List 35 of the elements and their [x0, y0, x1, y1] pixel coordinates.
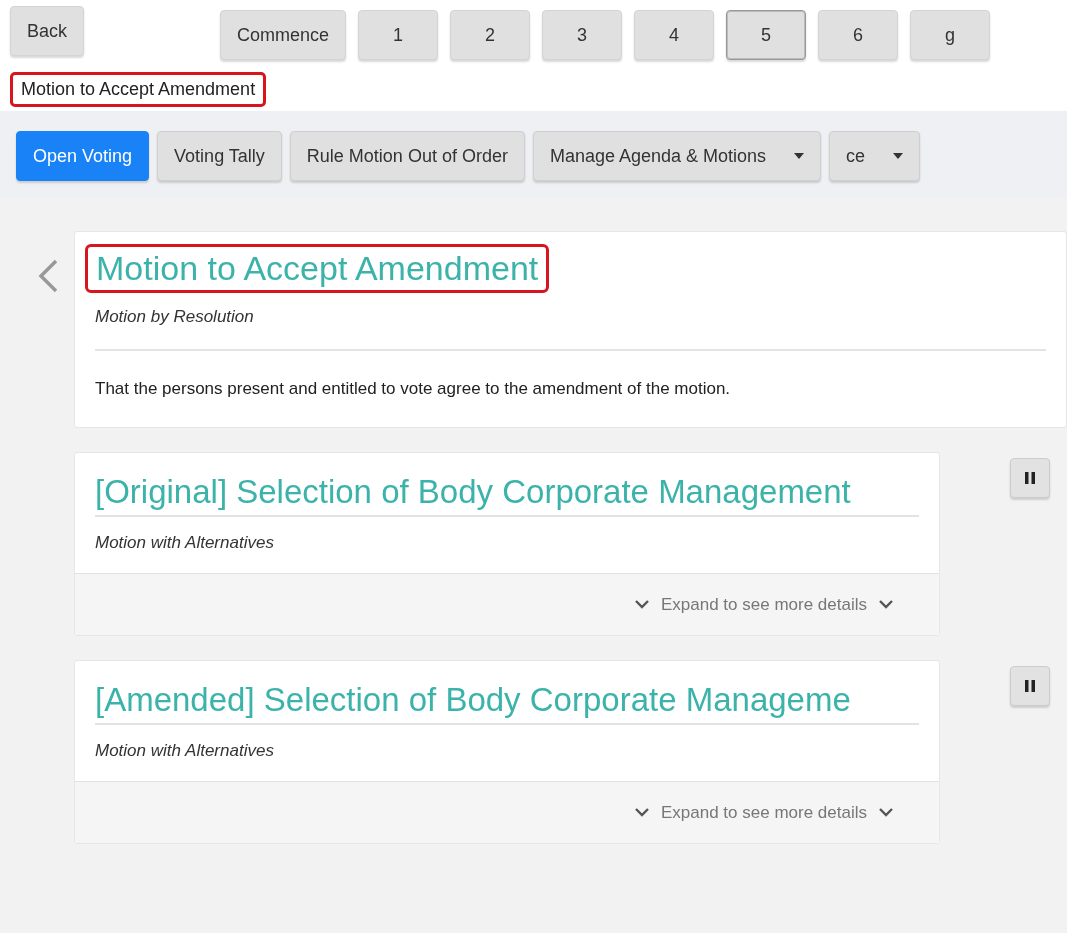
step-tab[interactable]: Commence	[220, 10, 347, 60]
motion-type: Motion with Alternatives	[95, 533, 275, 553]
step-tab[interactable]: 4	[634, 10, 715, 60]
pause-button[interactable]	[1010, 666, 1050, 706]
motion-type: Motion with Alternatives	[95, 741, 275, 761]
toolbar-button[interactable]: Voting Tally	[157, 131, 282, 181]
chevron-down-icon	[635, 600, 649, 609]
motion-text: That the persons present and entitled to vote agree to the amendment of the motion.	[95, 379, 732, 399]
motion-title: [Amended] Selection of Body Corporate Manageme	[95, 681, 919, 725]
pause-icon	[1025, 680, 1035, 692]
step-tab[interactable]: 3	[542, 10, 623, 60]
dropdown-button[interactable]: ce	[829, 131, 921, 181]
back-button[interactable]: Back	[10, 6, 85, 56]
toolbar-button[interactable]: Rule Motion Out of Order	[289, 131, 525, 181]
caret-icon	[893, 153, 904, 159]
step-tab[interactable]: 1	[358, 10, 439, 60]
dropdown-button[interactable]: Manage Agenda & Motions	[532, 131, 822, 181]
step-tab[interactable]: 6	[818, 10, 899, 60]
motion-title: Motion to Accept Amendment	[85, 244, 550, 293]
breadcrumb: Motion to Accept Amendment	[10, 72, 267, 107]
expand-button[interactable]: Expand to see more details	[75, 781, 939, 843]
chevron-down-icon	[635, 808, 649, 817]
toolbar-button[interactable]: Open Voting	[16, 131, 150, 181]
step-tab[interactable]: 5	[726, 10, 807, 60]
step-tab[interactable]: g	[910, 10, 991, 60]
pause-icon	[1025, 472, 1035, 484]
pause-button[interactable]	[1010, 458, 1050, 498]
chevron-down-icon	[879, 600, 893, 609]
chevron-down-icon	[879, 808, 893, 817]
motion-type: Motion by Resolution	[95, 307, 255, 327]
motion-title: [Original] Selection of Body Corporate Management	[95, 473, 919, 517]
back-chevron-icon[interactable]	[36, 259, 60, 293]
expand-button[interactable]: Expand to see more details	[75, 573, 939, 635]
caret-icon	[794, 153, 805, 159]
step-tab[interactable]: 2	[450, 10, 531, 60]
